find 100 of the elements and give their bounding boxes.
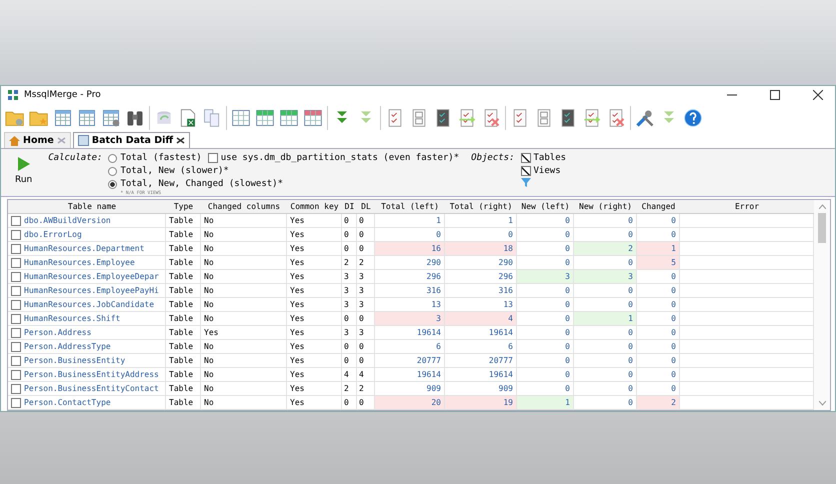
table-name-cell[interactable]: dbo.AWBuildVersion (24, 216, 111, 225)
table-cell: 20777 (445, 354, 517, 367)
tab[interactable]: Batch Data Diff (72, 132, 190, 148)
table-cell: No (201, 298, 287, 311)
checkbox[interactable] (208, 153, 218, 163)
table-cell: 0 (357, 214, 375, 227)
table-cell: 0 (574, 298, 637, 311)
table-name-cell[interactable]: Person.ContactType (24, 398, 111, 407)
table-name-cell[interactable]: HumanResources.EmployeePayHi (24, 286, 159, 295)
table-name-cell[interactable]: Person.BusinessEntityContact (24, 384, 159, 393)
row-checkbox[interactable] (11, 272, 21, 282)
table-cell: 3 (342, 284, 357, 297)
table-name-cell[interactable]: HumanResources.EmployeeDepar (24, 272, 159, 281)
checkbox[interactable] (520, 166, 531, 176)
table-name-cell[interactable]: Person.AddressType (24, 342, 111, 351)
row-checkbox[interactable] (11, 244, 21, 254)
close-icon[interactable] (813, 90, 823, 100)
table-name-cell[interactable]: dbo.ErrorLog (24, 230, 82, 239)
column-header[interactable]: Error (680, 200, 814, 213)
row-checkbox[interactable] (11, 328, 21, 338)
row-checkbox[interactable] (11, 258, 21, 268)
table-cell: 3 (357, 284, 375, 297)
table-cell: Yes (287, 368, 342, 381)
table-gear-icon[interactable] (101, 108, 121, 128)
scroll-up-icon[interactable] (818, 204, 826, 209)
table-cell: 0 (574, 340, 637, 353)
column-header[interactable]: Total (left) (375, 200, 445, 213)
table-cell: Yes (287, 270, 342, 283)
row-checkbox[interactable] (11, 300, 21, 310)
tab[interactable]: Home (4, 132, 71, 148)
help-icon[interactable] (683, 108, 703, 128)
grid-icon[interactable] (279, 108, 299, 128)
calculate-label: Calculate: (48, 152, 102, 163)
row-checkbox[interactable] (11, 356, 21, 366)
table-cell: 296 (375, 270, 445, 283)
radio-button[interactable] (108, 166, 118, 176)
column-header[interactable]: Changed columns (201, 200, 287, 213)
table-name-cell[interactable]: HumanResources.Shift (24, 314, 120, 323)
row-checkbox[interactable] (11, 398, 21, 408)
scrollbar[interactable] (814, 200, 830, 410)
column-header[interactable]: Common key (287, 200, 342, 213)
table-cell: 4 (342, 368, 357, 381)
column-header[interactable]: DL (357, 200, 375, 213)
table-name-cell[interactable]: Person.Address (24, 328, 92, 337)
table-cell: 1 (637, 242, 680, 255)
radio-option[interactable]: Total, New, Changed (slowest)* (108, 178, 284, 190)
table-cell: No (201, 340, 287, 353)
row-checkbox[interactable] (11, 342, 21, 352)
column-header[interactable]: New (right) (574, 200, 637, 213)
run-button[interactable]: Run (7, 152, 42, 185)
table-cell: 316 (445, 284, 517, 297)
grid-icon[interactable] (303, 108, 323, 128)
table-cell: Yes (287, 242, 342, 255)
table-icon[interactable] (77, 108, 97, 128)
object-checkbox[interactable]: Tables (520, 152, 566, 164)
radio-button[interactable] (108, 154, 118, 162)
column-header[interactable]: DI (342, 200, 357, 213)
column-header[interactable]: New (left) (517, 200, 574, 213)
table-cell: Table (166, 256, 201, 269)
radio-option[interactable]: Total (fastest) (108, 152, 202, 164)
column-header[interactable]: Type (166, 200, 201, 213)
table-cell: 290 (375, 256, 445, 269)
close-icon[interactable] (176, 137, 186, 144)
excel-export-icon[interactable] (178, 108, 198, 128)
row-checkbox[interactable] (11, 286, 21, 296)
tools-icon[interactable] (635, 108, 655, 128)
column-header[interactable]: Table name (8, 200, 166, 213)
copy-icon[interactable] (202, 108, 222, 128)
grid-icon[interactable] (231, 108, 251, 128)
radio-option[interactable]: Total, New (slower)* (108, 165, 229, 177)
row-checkbox[interactable] (11, 384, 21, 394)
row-checkbox[interactable] (11, 370, 21, 380)
table-cell: 0 (637, 214, 680, 227)
row-checkbox[interactable] (11, 314, 21, 324)
checkbox[interactable] (520, 153, 531, 163)
partition-stats-checkbox[interactable]: use sys.dm_db_partition_stats (even faster)* (208, 152, 460, 164)
column-header[interactable]: Total (right) (445, 200, 517, 213)
table-name-cell[interactable]: Person.BusinessEntityAddress (24, 370, 159, 379)
table-cell: 3 (375, 312, 445, 325)
scroll-thumb[interactable] (818, 213, 826, 243)
column-header[interactable]: Changed (637, 200, 680, 213)
tables-icon[interactable] (53, 108, 73, 128)
document-arrow-icon[interactable] (582, 108, 602, 128)
row-checkbox[interactable] (11, 216, 21, 226)
table-cell: Yes (287, 214, 342, 227)
scroll-down-icon[interactable] (818, 401, 826, 406)
table-name-cell[interactable]: Person.BusinessEntity (24, 356, 126, 365)
table-name-cell[interactable]: HumanResources.Employee (24, 258, 135, 267)
object-checkbox[interactable]: Views (520, 165, 566, 177)
radio-button[interactable] (108, 180, 118, 188)
table-cell: Table (166, 340, 201, 353)
grid-icon[interactable] (255, 108, 275, 128)
maximize-icon[interactable] (770, 90, 780, 100)
table-cell: 0 (574, 368, 637, 381)
table-cell: 0 (342, 312, 357, 325)
table-cell: 290 (445, 256, 517, 269)
row-checkbox[interactable] (11, 230, 21, 240)
table-name-cell[interactable]: HumanResources.JobCandidate (24, 300, 154, 309)
document-arrow-icon[interactable] (457, 108, 477, 128)
table-name-cell[interactable]: HumanResources.Department (24, 244, 144, 253)
